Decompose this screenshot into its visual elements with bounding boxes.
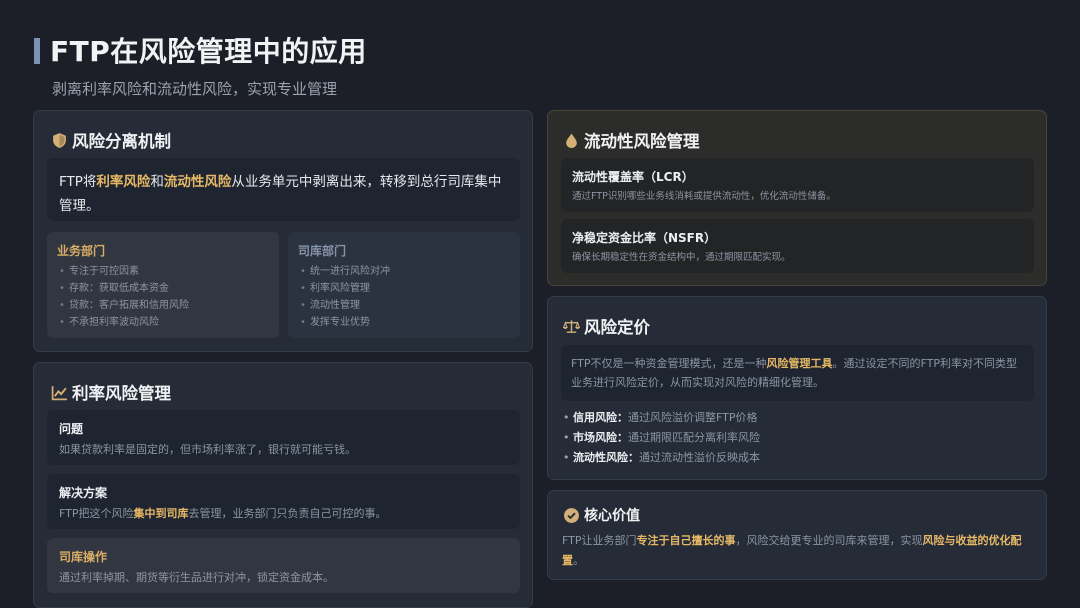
treasury-dept-list: 统一进行风险对冲 利率风险管理 流动性管理 发挥专业优势 (298, 263, 510, 331)
treasury-dept-title: 司库部门 (298, 244, 347, 258)
interest-risk-card: 利率风险管理 问题 如果贷款利率是固定的，但市场利率涨了，银行就可能亏钱。 解决… (33, 362, 533, 608)
treasury-ops-box: 司库操作 通过利率掉期、期货等衍生品进行对冲，锁定资金成本。 (47, 538, 520, 593)
list-item: 流动性管理 (298, 297, 510, 314)
nsfr-box: 净稳定资金比率（NSFR） 确保长期稳定性在资金结构中，通过期限匹配实现。 (561, 219, 1034, 273)
separation-intro-box: FTP将利率风险和流动性风险从业务单元中剥离出来，转移到总行司库集中管理。 (47, 158, 520, 221)
check-circle-icon (562, 506, 580, 524)
list-item: 不承担利率波动风险 (57, 314, 269, 331)
risk-separation-title: 风险分离机制 (50, 128, 171, 152)
list-item: • 流动性风险：通过流动性溢价反映成本 (563, 451, 760, 464)
liquidity-risk-card: 流动性风险管理 流动性覆盖率（LCR） 通过FTP识别哪些业务线消耗或提供流动性… (547, 110, 1047, 286)
list-item: 专注于可控因素 (57, 263, 269, 280)
list-item: • 信用风险：通过风险溢价调整FTP价格 (563, 411, 758, 424)
risk-pricing-card: 风险定价 FTP不仅是一种资金管理模式，还是一种风险管理工具。通过设定不同的FT… (547, 296, 1047, 480)
business-dept-box: 业务部门 专注于可控因素 存款：获取低成本资金 贷款：客户拓展和信用风险 不承担… (47, 232, 279, 338)
shield-icon (50, 131, 68, 149)
title-accent-bar (34, 38, 40, 64)
core-value-title: 核心价值 (562, 505, 640, 525)
treasury-dept-box: 司库部门 统一进行风险对冲 利率风险管理 流动性管理 发挥专业优势 (288, 232, 520, 338)
line-chart-icon (50, 383, 68, 401)
list-item: 贷款：客户拓展和信用风险 (57, 297, 269, 314)
business-dept-title: 业务部门 (57, 244, 106, 258)
pricing-intro-box: FTP不仅是一种资金管理模式，还是一种风险管理工具。通过设定不同的FTP利率对不… (561, 345, 1034, 401)
list-item: • 市场风险：通过期限匹配分离利率风险 (563, 431, 760, 444)
lcr-box: 流动性覆盖率（LCR） 通过FTP识别哪些业务线消耗或提供流动性，优化流动性储备… (561, 158, 1034, 212)
list-item: 利率风险管理 (298, 280, 510, 297)
droplet-icon (562, 131, 580, 149)
list-item: 发挥专业优势 (298, 314, 510, 331)
interest-risk-title: 利率风险管理 (50, 380, 171, 404)
list-item: 统一进行风险对冲 (298, 263, 510, 280)
page-subtitle: 剥离利率风险和流动性风险，实现专业管理 (52, 80, 338, 98)
solution-box: 解决方案 FTP把这个风险集中到司库去管理，业务部门只负责自己可控的事。 (47, 474, 520, 529)
pricing-list: • 信用风险：通过风险溢价调整FTP价格 • 市场风险：通过期限匹配分离利率风险… (563, 408, 1033, 468)
risk-separation-card: 风险分离机制 FTP将利率风险和流动性风险从业务单元中剥离出来，转移到总行司库集… (33, 110, 533, 352)
core-value-text: FTP让业务部门专注于自己擅长的事，风险交给更专业的司库来管理，实现风险与收益的… (562, 534, 1022, 567)
problem-box: 问题 如果贷款利率是固定的，但市场利率涨了，银行就可能亏钱。 (47, 410, 520, 465)
business-dept-list: 专注于可控因素 存款：获取低成本资金 贷款：客户拓展和信用风险 不承担利率波动风… (57, 263, 269, 331)
core-value-card: 核心价值 FTP让业务部门专注于自己擅长的事，风险交给更专业的司库来管理，实现风… (547, 490, 1047, 580)
page-title: FTP在风险管理中的应用 (50, 35, 367, 68)
balance-scale-icon (562, 317, 580, 335)
liquidity-risk-title: 流动性风险管理 (562, 128, 700, 152)
list-item: 存款：获取低成本资金 (57, 280, 269, 297)
risk-pricing-title: 风险定价 (562, 314, 650, 338)
